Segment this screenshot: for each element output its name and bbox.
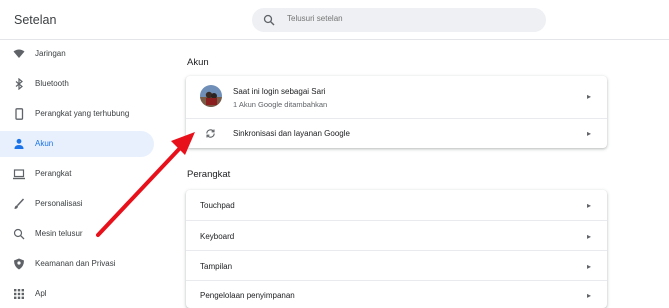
sidebar-item-label: Perangkat yang terhubung bbox=[35, 109, 130, 118]
sidebar-item-label: Mesin telusur bbox=[35, 229, 83, 238]
chevron-right-icon: ▸ bbox=[586, 262, 591, 271]
row-touchpad[interactable]: Touchpad ▸ bbox=[186, 190, 607, 220]
sidebar-item-bluetooth[interactable]: Bluetooth bbox=[0, 71, 154, 97]
signed-in-label: Saat ini login sebagai Sari bbox=[233, 87, 326, 96]
sidebar-item-apl[interactable]: Apl bbox=[0, 281, 154, 307]
avatar bbox=[200, 85, 222, 107]
row-label: Keyboard bbox=[200, 232, 235, 241]
wifi-icon bbox=[13, 49, 25, 58]
sync-label: Sinkronisasi dan layanan Google bbox=[233, 129, 350, 138]
chevron-right-icon: ▸ bbox=[586, 232, 591, 241]
sync-row[interactable]: Sinkronisasi dan layanan Google ▸ bbox=[186, 118, 607, 148]
sidebar-item-akun[interactable]: Akun bbox=[0, 131, 154, 157]
search-icon bbox=[263, 14, 275, 26]
search-bar[interactable]: Telusuri setelan bbox=[252, 8, 546, 32]
sidebar-item-label: Perangkat bbox=[35, 169, 72, 178]
brush-icon bbox=[14, 198, 25, 209]
perangkat-card: Touchpad ▸ Keyboard ▸ Tampilan ▸ Pengelo… bbox=[186, 190, 607, 308]
sidebar-item-perangkat-terhubung[interactable]: Perangkat yang terhubung bbox=[0, 101, 154, 127]
account-row[interactable]: Saat ini login sebagai Sari 1 Akun Googl… bbox=[186, 76, 607, 118]
chevron-right-icon: ▸ bbox=[586, 201, 591, 210]
sidebar-item-label: Bluetooth bbox=[35, 79, 69, 88]
sync-icon bbox=[206, 129, 215, 138]
sidebar-item-perangkat[interactable]: Perangkat bbox=[0, 161, 154, 187]
sidebar-item-jaringan[interactable]: Jaringan bbox=[0, 41, 154, 67]
section-title-akun: Akun bbox=[187, 57, 209, 68]
person-icon bbox=[14, 138, 24, 149]
chevron-right-icon: ▸ bbox=[586, 129, 591, 138]
sidebar-item-mesin-telusur[interactable]: Mesin telusur bbox=[0, 221, 154, 247]
top-bar: Setelan Telusuri setelan bbox=[0, 0, 669, 40]
chevron-right-icon: ▸ bbox=[586, 92, 591, 101]
phone-icon bbox=[15, 108, 24, 120]
sidebar-item-label: Personalisasi bbox=[35, 199, 83, 208]
sidebar-item-keamanan[interactable]: Keamanan dan Privasi bbox=[0, 251, 154, 277]
sidebar-item-label: Akun bbox=[35, 139, 54, 148]
row-tampilan[interactable]: Tampilan ▸ bbox=[186, 250, 607, 280]
bluetooth-icon bbox=[15, 78, 23, 90]
apps-grid-icon bbox=[14, 289, 24, 299]
row-label: Touchpad bbox=[200, 201, 235, 210]
sidebar-item-label: Jaringan bbox=[35, 49, 66, 58]
chevron-right-icon: ▸ bbox=[586, 291, 591, 300]
row-label: Tampilan bbox=[200, 262, 233, 271]
search-icon bbox=[13, 228, 25, 240]
shield-icon bbox=[14, 258, 24, 270]
search-input[interactable]: Telusuri setelan bbox=[287, 14, 343, 23]
sidebar: Jaringan Bluetooth Perangkat yang terhub… bbox=[0, 40, 160, 308]
row-label: Pengelolaan penyimpanan bbox=[200, 291, 295, 300]
sidebar-item-label: Keamanan dan Privasi bbox=[35, 259, 116, 268]
akun-card: Saat ini login sebagai Sari 1 Akun Googl… bbox=[186, 76, 607, 148]
laptop-icon bbox=[13, 169, 25, 180]
section-title-perangkat: Perangkat bbox=[187, 169, 231, 180]
accounts-count-label: 1 Akun Google ditambahkan bbox=[233, 100, 328, 109]
row-penyimpanan[interactable]: Pengelolaan penyimpanan ▸ bbox=[186, 280, 607, 308]
app-title: Setelan bbox=[14, 13, 57, 27]
sidebar-item-personalisasi[interactable]: Personalisasi bbox=[0, 191, 154, 217]
row-keyboard[interactable]: Keyboard ▸ bbox=[186, 220, 607, 250]
sidebar-item-label: Apl bbox=[35, 289, 47, 298]
